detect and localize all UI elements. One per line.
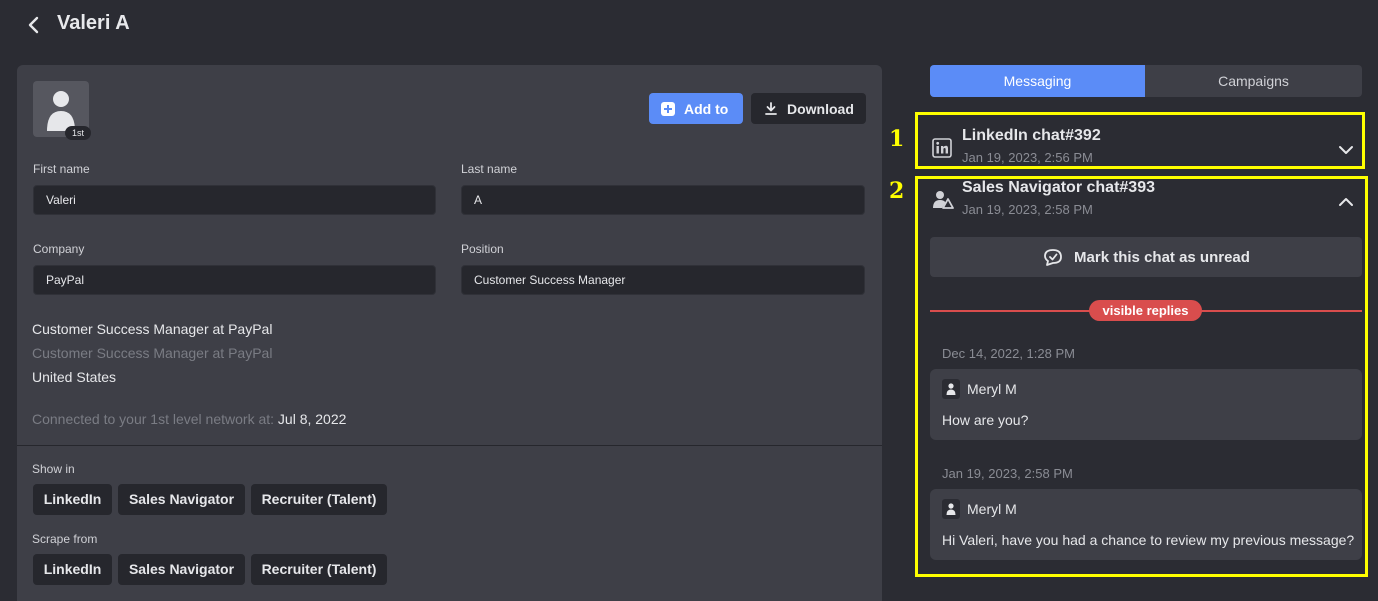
person-icon	[47, 91, 75, 131]
connection-info: Connected to your 1st level network at: …	[32, 411, 346, 427]
sender-avatar	[942, 379, 960, 399]
add-to-label: Add to	[684, 100, 729, 117]
message-card: Meryl M Hi Valeri, have you had a chance…	[930, 489, 1362, 560]
divider	[17, 445, 882, 446]
message-sender: Meryl M	[967, 501, 1017, 517]
connected-date: Jul 8, 2022	[277, 411, 347, 427]
scrape-from-chip-linkedin[interactable]: LinkedIn	[33, 554, 112, 585]
last-name-label: Last name	[461, 162, 518, 176]
download-button[interactable]: Download	[751, 93, 866, 124]
download-label: Download	[787, 100, 854, 117]
mark-unread-button[interactable]: Mark this chat as unread	[930, 237, 1362, 277]
linkedin-icon	[932, 138, 952, 158]
annotation-number-1: 1	[889, 126, 905, 152]
chat-date-sales-navigator: Jan 19, 2023, 2:58 PM	[962, 202, 1093, 217]
person-icon	[946, 383, 956, 395]
first-name-field[interactable]: Valeri	[33, 185, 436, 215]
connected-label: Connected to your 1st level network at:	[32, 411, 275, 427]
visible-replies-badge: visible replies	[1089, 300, 1202, 321]
annotation-number-2: 2	[889, 178, 905, 204]
panel-tabs: Messaging Campaigns	[930, 65, 1362, 97]
show-in-label: Show in	[32, 462, 75, 476]
message-card: Meryl M How are you?	[930, 369, 1362, 440]
scrape-from-label: Scrape from	[32, 532, 98, 546]
person-icon	[946, 503, 956, 515]
company-label: Company	[33, 242, 85, 256]
scrape-from-chip-recruiter[interactable]: Recruiter (Talent)	[251, 554, 387, 585]
back-arrow-icon[interactable]	[24, 14, 44, 36]
first-name-label: First name	[33, 162, 90, 176]
last-name-field[interactable]: A	[461, 185, 865, 215]
add-icon	[661, 101, 675, 116]
page-header: Valeri A	[0, 0, 1378, 50]
chat-title-sales-navigator[interactable]: Sales Navigator chat#393	[962, 179, 1155, 197]
message-text: Hi Valeri, have you had a chance to revi…	[942, 532, 1355, 548]
tab-campaigns[interactable]: Campaigns	[1145, 65, 1362, 97]
company-field[interactable]: PayPal	[33, 265, 436, 295]
headline: Customer Success Manager at PayPal	[32, 321, 273, 337]
message-date: Jan 19, 2023, 2:58 PM	[942, 466, 1073, 481]
location: United States	[32, 369, 117, 385]
position-label: Position	[461, 242, 504, 256]
headline-secondary: Customer Success Manager at PayPal	[32, 345, 273, 361]
show-in-chip-linkedin[interactable]: LinkedIn	[33, 484, 112, 515]
message-text: How are you?	[942, 412, 1029, 428]
chat-date-linkedin: Jan 19, 2023, 2:56 PM	[962, 150, 1093, 165]
sales-navigator-icon	[932, 190, 954, 210]
mark-unread-label: Mark this chat as unread	[1074, 248, 1250, 266]
profile-card: 1st Add to Download First name Valeri La…	[17, 65, 882, 601]
connection-degree-badge: 1st	[65, 126, 91, 140]
page-title: Valeri A	[57, 12, 130, 34]
sender-avatar	[942, 499, 960, 519]
scrape-from-chip-sales-navigator[interactable]: Sales Navigator	[118, 554, 245, 585]
download-icon	[765, 102, 777, 115]
chevron-up-icon[interactable]	[1338, 194, 1354, 206]
show-in-chip-sales-navigator[interactable]: Sales Navigator	[118, 484, 245, 515]
show-in-chip-recruiter[interactable]: Recruiter (Talent)	[251, 484, 387, 515]
add-to-button[interactable]: Add to	[649, 93, 743, 124]
message-date: Dec 14, 2022, 1:28 PM	[942, 346, 1075, 361]
chevron-down-icon[interactable]	[1338, 142, 1354, 154]
tab-messaging[interactable]: Messaging	[930, 65, 1145, 97]
message-sender: Meryl M	[967, 381, 1017, 397]
position-field[interactable]: Customer Success Manager	[461, 265, 865, 295]
chat-title-linkedin[interactable]: LinkedIn chat#392	[962, 127, 1101, 145]
mark-unread-icon	[1044, 249, 1062, 266]
